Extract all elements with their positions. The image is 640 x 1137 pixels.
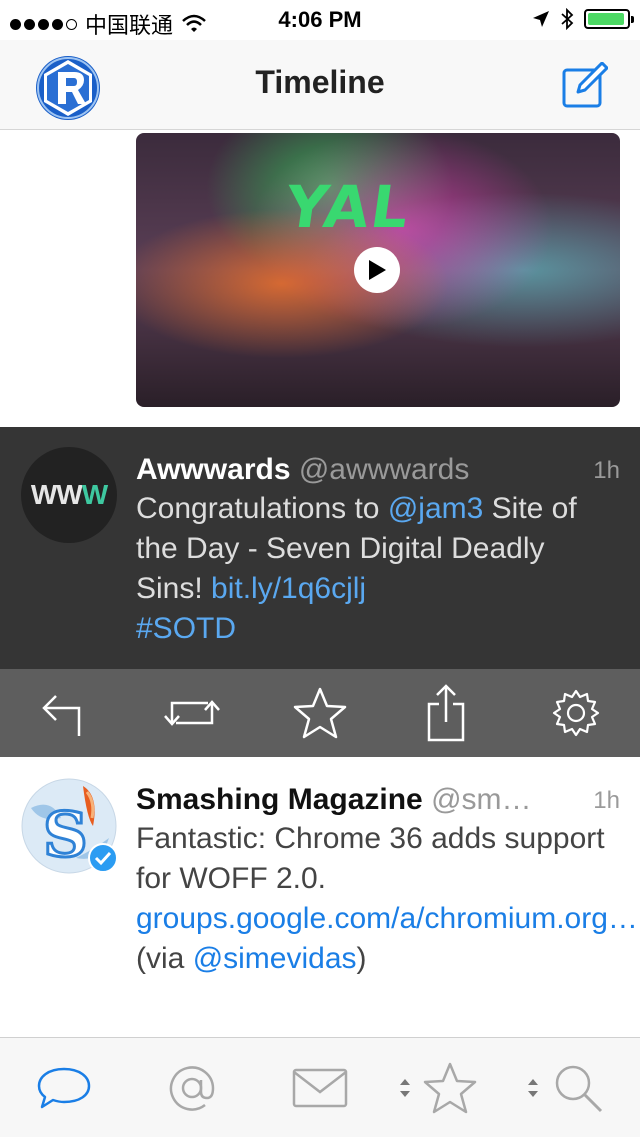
tweet-mention-link[interactable]: @simevidas	[193, 942, 357, 975]
messages-tab-icon[interactable]	[290, 1060, 350, 1116]
nav-bar: Timeline	[0, 40, 640, 130]
settings-icon[interactable]	[546, 683, 606, 743]
tweet-header: Awwwards @awwwards	[136, 453, 469, 487]
battery-level	[588, 13, 625, 25]
search-tab-icon[interactable]	[548, 1060, 608, 1116]
play-icon[interactable]	[354, 247, 400, 293]
tweet-text: (via	[136, 942, 193, 975]
tweet-time: 1h	[593, 787, 620, 814]
tab-bar	[0, 1037, 640, 1137]
page-title: Timeline	[255, 64, 385, 100]
avatar[interactable]: WW W	[21, 447, 117, 543]
tweet-body: Congratulations to @jam3 Site of the Day…	[136, 489, 616, 649]
status-right	[532, 8, 634, 30]
tweet-body: Fantastic: Chrome 36 adds support for WO…	[136, 819, 638, 979]
reply-icon[interactable]	[32, 683, 92, 743]
tweet-author-handle: @sm…	[431, 783, 532, 816]
battery-icon	[584, 9, 634, 29]
search-sort-icon[interactable]	[526, 1076, 540, 1100]
avatar-text-accent: W	[81, 479, 108, 510]
tweet-author-handle: @awwwards	[298, 453, 470, 486]
tweet-time: 1h	[593, 457, 620, 484]
favorites-sort-icon[interactable]	[398, 1076, 412, 1100]
tweet-text: Congratulations to	[136, 492, 388, 525]
retweet-icon[interactable]	[162, 683, 222, 743]
tweet-text: )	[356, 942, 367, 975]
tweet-hashtag-link[interactable]: #SOTD	[136, 612, 236, 645]
svg-text:S: S	[43, 798, 88, 871]
tweet-author-name: Smashing Magazine	[136, 783, 423, 816]
timeline-tab-icon[interactable]	[34, 1060, 94, 1116]
bluetooth-icon	[561, 8, 574, 30]
tweet-awwwards[interactable]: WW W Awwwards @awwwards 1h Congratulation…	[0, 427, 640, 669]
tweet-header: Smashing Magazine @sm…	[136, 783, 532, 817]
tweet-author-name: Awwwards	[136, 453, 291, 486]
status-bar: 中国联通 4:06 PM	[0, 0, 640, 40]
video-thumbnail[interactable]: YAL	[136, 133, 620, 407]
mentions-tab-icon[interactable]	[162, 1060, 222, 1116]
avatar[interactable]: S	[21, 778, 118, 874]
tweet-smashing-magazine[interactable]: S Smashing Magazine @sm… 1h Fantastic: C…	[0, 757, 640, 1037]
tweet-text: Fantastic: Chrome 36 adds support for WO…	[136, 822, 605, 895]
tweet-mention-link[interactable]: @jam3	[388, 492, 483, 525]
compose-icon[interactable]	[562, 61, 609, 108]
tweet-url-link[interactable]: groups.google.com/a/chromium.org…	[136, 902, 638, 935]
tweet-action-bar	[0, 669, 640, 757]
location-icon	[533, 11, 549, 27]
favorites-tab-icon[interactable]	[420, 1060, 480, 1116]
favorite-icon[interactable]	[290, 683, 350, 743]
tweet-url-link[interactable]: bit.ly/1q6cjlj	[211, 572, 366, 605]
avatar-text: WW	[30, 479, 83, 510]
share-icon[interactable]	[416, 683, 476, 743]
media-overlay-text: YAL	[281, 173, 416, 241]
